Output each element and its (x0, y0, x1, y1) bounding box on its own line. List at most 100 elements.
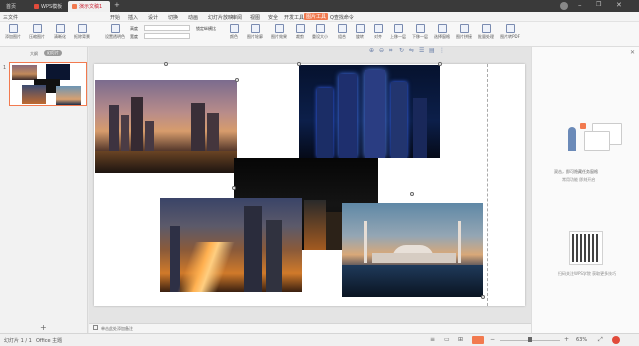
picture-effects-button[interactable]: 图片效果 (268, 24, 290, 40)
slide-canvas[interactable] (94, 62, 525, 306)
align-label: 对齐 (374, 34, 382, 39)
photo-mosque-sunset[interactable] (342, 203, 483, 297)
reset-size-button[interactable]: 重设大小 (310, 24, 330, 40)
compress-picture-button[interactable]: 压缩图片 (26, 24, 48, 40)
page-indicator: 幻灯片 1 / 1 (4, 338, 32, 344)
rotate-handle[interactable] (232, 186, 236, 190)
normal-view-icon[interactable]: ▭ (444, 336, 450, 343)
thumb-photo-4 (22, 85, 46, 104)
resize-handle[interactable] (297, 62, 301, 66)
menu-security[interactable]: 安全 (268, 14, 278, 21)
pane-hint: 双击，即可隐藏任务窗格 (554, 169, 598, 174)
send-backward-button[interactable]: 下移一层 (410, 24, 430, 40)
menu-review[interactable]: 审阅 (232, 14, 242, 21)
group-button[interactable]: 组合 (334, 24, 350, 40)
zoom-in-icon[interactable]: ⊕ (369, 47, 374, 54)
picture-to-pdf-button[interactable]: 图片转PDF (498, 24, 522, 40)
crop-button[interactable]: 裁剪 (292, 24, 308, 40)
sharpen-label: 清晰化 (54, 34, 66, 39)
fit-window-icon[interactable]: ⤢ (598, 336, 603, 344)
wps-cloud-icon[interactable] (612, 336, 620, 344)
zoom-in-button[interactable]: + (564, 336, 569, 343)
new-tab-button[interactable]: + (114, 1, 120, 9)
tab-templates[interactable]: WPS模板 (30, 1, 66, 12)
picture-outline-button[interactable]: 图片轮廓 (244, 24, 266, 40)
play-slideshow-button[interactable] (472, 336, 484, 344)
menu-insert[interactable]: 插入 (128, 14, 138, 21)
pane-subhint: 常用功能 即刻开启 (562, 177, 596, 182)
notes-checkbox[interactable] (93, 325, 98, 330)
menu-animations[interactable]: 动画 (188, 14, 198, 21)
slide-thumbnail[interactable] (9, 62, 87, 106)
menu-home[interactable]: 开始 (110, 14, 120, 21)
align-button[interactable]: 对齐 (370, 24, 386, 40)
slide-number: 1 (3, 65, 7, 71)
set-transparent-button[interactable]: 设置透明色 (104, 24, 126, 40)
lock-ratio-checkbox[interactable]: 锁定纵横比 (196, 26, 216, 32)
menu-developer[interactable]: 开发工具 (284, 14, 304, 21)
sharpen-button[interactable]: 清晰化 (50, 24, 70, 40)
picture-to-pdf-label: 图片转PDF (500, 34, 520, 39)
rotate-handle[interactable] (410, 192, 414, 196)
align-tool-icon[interactable]: ☰ (419, 47, 424, 54)
avatar[interactable] (560, 2, 568, 10)
zoom-out-icon[interactable]: ⊖ (379, 47, 384, 54)
menu-search-command[interactable]: Q查找命令 (330, 14, 354, 21)
color-icon (229, 24, 239, 33)
sorter-view-icon[interactable]: ⊞ (458, 336, 463, 343)
zoom-out-button[interactable]: − (490, 336, 495, 343)
building (170, 226, 180, 292)
status-bar: 幻灯片 1 / 1 Office 主题 ≡ ▭ ⊞ − + 63% ⤢ (0, 333, 639, 346)
thumb-photo-5 (56, 86, 81, 105)
width-input[interactable] (144, 33, 190, 39)
menu-design[interactable]: 设计 (148, 14, 158, 21)
resize-handle[interactable] (438, 62, 442, 66)
rotate-handle[interactable] (164, 62, 168, 66)
tab-home[interactable]: 首页 (2, 1, 24, 12)
menu-file[interactable]: 三文件 (3, 14, 18, 21)
maximize-icon[interactable]: ❐ (596, 1, 601, 8)
layer-icon[interactable]: ▤ (429, 47, 435, 54)
menu-slideshow[interactable]: 幻灯片放映 (208, 14, 233, 21)
rotate-tool-icon[interactable]: ↻ (399, 47, 404, 54)
flip-icon[interactable]: ⇋ (409, 47, 414, 54)
selection-pane-button[interactable]: 选择窗格 (432, 24, 452, 40)
effects-icon (274, 24, 284, 33)
notes-icon[interactable]: ≡ (430, 336, 435, 343)
picture-collage-label: 图片拼接 (456, 34, 472, 39)
tab-outline[interactable]: 大纲 (30, 51, 38, 57)
minimize-icon[interactable]: – (578, 1, 582, 9)
crop-tool-icon[interactable]: ⌗ (389, 47, 392, 55)
notes-pane[interactable]: 单击此处添加备注 (89, 323, 531, 333)
distribute-icon[interactable]: ⋮ (439, 47, 445, 54)
tab-templates-label: WPS模板 (41, 4, 63, 10)
menu-picture-tools[interactable]: 图片工具 (304, 13, 329, 20)
street-lights (95, 151, 237, 173)
tab-presentation[interactable]: 演示文稿1 (68, 1, 110, 12)
add-slide-button[interactable]: + (40, 323, 47, 332)
highway-lights (176, 242, 236, 292)
title-bar: 首页 WPS模板 演示文稿1 + – ❐ ✕ (0, 0, 639, 12)
add-picture-button[interactable]: 添加图片 (4, 24, 22, 40)
menu-transitions[interactable]: 切换 (168, 14, 178, 21)
resize-handle[interactable] (235, 78, 239, 82)
photo-night-towers[interactable] (299, 65, 440, 158)
photo-aerial-highway[interactable] (160, 198, 302, 292)
picture-collage-button[interactable]: 图片拼接 (454, 24, 474, 40)
zoom-slider-thumb[interactable] (528, 337, 532, 342)
selection-pane-icon (437, 24, 447, 33)
reset-icon (315, 24, 325, 33)
remove-background-button[interactable]: 抠除背景 (72, 24, 92, 40)
resize-handle[interactable] (481, 295, 485, 299)
rotate-button[interactable]: 旋转 (352, 24, 368, 40)
menu-view[interactable]: 视图 (250, 14, 260, 21)
bring-forward-button[interactable]: 上移一层 (388, 24, 408, 40)
tab-home-label: 首页 (6, 4, 17, 10)
close-icon[interactable]: ✕ (616, 1, 622, 9)
batch-process-button[interactable]: 批量处理 (476, 24, 496, 40)
photo-dusk-skyline[interactable] (95, 80, 237, 173)
close-pane-icon[interactable]: ✕ (630, 49, 635, 56)
height-input[interactable] (144, 25, 190, 31)
tab-slides[interactable]: 幻灯片 (44, 50, 62, 56)
color-button[interactable]: 颜色 (226, 24, 242, 40)
